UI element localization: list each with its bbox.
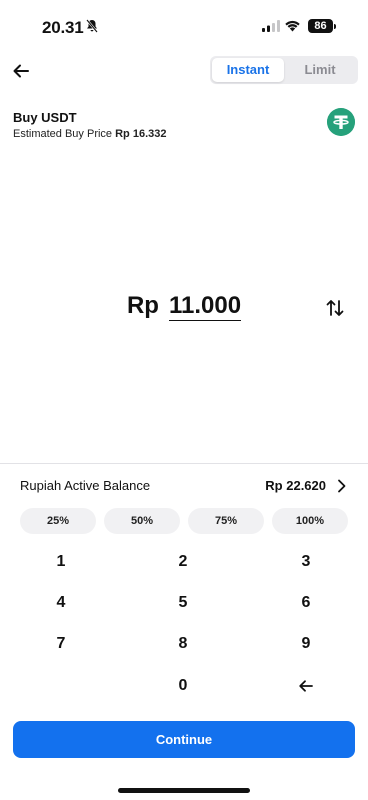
continue-button[interactable]: Continue bbox=[13, 721, 355, 758]
bell-muted-icon bbox=[86, 19, 98, 33]
amount-input[interactable]: 11.000 bbox=[168, 292, 242, 321]
key-1[interactable]: 1 bbox=[6, 544, 116, 580]
estimated-price-label: Estimated Buy Price bbox=[13, 128, 113, 140]
balance-value: Rp 22.620 bbox=[265, 478, 326, 493]
key-7[interactable]: 7 bbox=[6, 626, 116, 662]
key-8[interactable]: 8 bbox=[128, 626, 238, 662]
home-indicator bbox=[118, 788, 250, 793]
backspace-arrow-icon bbox=[299, 680, 313, 692]
chevron-right-icon bbox=[338, 479, 346, 493]
percent-options: 25% 50% 75% 100% bbox=[20, 508, 348, 534]
key-3[interactable]: 3 bbox=[251, 544, 361, 580]
amount-display: Rp 11.000 bbox=[0, 292, 368, 321]
back-arrow-icon[interactable] bbox=[10, 60, 32, 82]
balance-label: Rupiah Active Balance bbox=[20, 478, 151, 493]
percent-75-button[interactable]: 75% bbox=[188, 508, 264, 534]
key-backspace[interactable] bbox=[251, 668, 361, 704]
tab-limit[interactable]: Limit bbox=[284, 58, 356, 82]
battery-indicator: 86 bbox=[308, 19, 333, 33]
percent-25-button[interactable]: 25% bbox=[20, 508, 96, 534]
status-time: 20.31 bbox=[42, 18, 84, 37]
tether-icon bbox=[327, 108, 355, 136]
percent-100-button[interactable]: 100% bbox=[272, 508, 348, 534]
header: Instant Limit bbox=[0, 56, 368, 86]
key-2[interactable]: 2 bbox=[128, 544, 238, 580]
amount-currency: Rp bbox=[126, 292, 159, 319]
key-4[interactable]: 4 bbox=[6, 585, 116, 621]
estimated-price: Estimated Buy Price Rp 16.332 bbox=[13, 128, 166, 140]
tab-instant[interactable]: Instant bbox=[212, 58, 284, 82]
estimated-price-value: Rp 16.332 bbox=[115, 128, 167, 140]
battery-tip bbox=[334, 24, 336, 29]
cellular-signal-icon bbox=[262, 20, 280, 32]
asset-info: Buy USDT Estimated Buy Price Rp 16.332 bbox=[13, 110, 166, 140]
status-bar: 20.31 86 bbox=[0, 0, 368, 56]
divider bbox=[0, 463, 368, 464]
swap-icon[interactable] bbox=[326, 298, 344, 318]
key-0[interactable]: 0 bbox=[128, 668, 238, 704]
key-6[interactable]: 6 bbox=[251, 585, 361, 621]
wifi-icon bbox=[285, 20, 300, 32]
asset-title: Buy USDT bbox=[13, 110, 77, 125]
percent-50-button[interactable]: 50% bbox=[104, 508, 180, 534]
balance-row[interactable]: Rupiah Active Balance Rp 22.620 bbox=[20, 476, 348, 496]
order-type-toggle: Instant Limit bbox=[210, 56, 358, 84]
key-5[interactable]: 5 bbox=[128, 585, 238, 621]
key-9[interactable]: 9 bbox=[251, 626, 361, 662]
